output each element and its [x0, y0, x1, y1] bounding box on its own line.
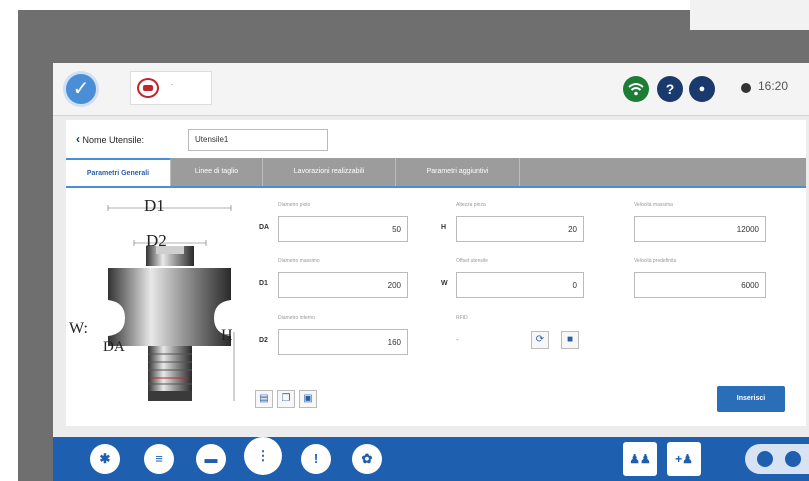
- taskbar-list-button[interactable]: ≡: [144, 444, 174, 474]
- d1-field-label: Diametro massimo: [278, 258, 320, 264]
- clock-time: 16:20: [758, 79, 789, 93]
- save-button[interactable]: ▣: [299, 390, 317, 408]
- confirm-check-button[interactable]: ✓: [63, 71, 99, 107]
- taskbar-tools-button[interactable]: ⋮: [244, 437, 282, 475]
- users-icon: ♟♟: [629, 452, 651, 466]
- w-field-label: Offset utensile: [456, 258, 488, 264]
- clipboard-button[interactable]: ▤: [255, 390, 273, 408]
- rfid-value: -: [456, 335, 459, 344]
- tool-name-label: Nome Utensile:: [82, 135, 145, 145]
- clipboard-icon: ▤: [259, 393, 269, 404]
- max-speed-input[interactable]: 12000: [634, 216, 766, 242]
- refresh-rfid-button[interactable]: ⟳: [531, 331, 549, 349]
- dim-label-w: W:: [69, 320, 88, 337]
- copy-icon: ❐: [281, 393, 291, 404]
- user-icon[interactable]: ●: [689, 76, 715, 102]
- tool-diagram: [107, 205, 235, 401]
- h-field-label: Altezza pinza: [456, 202, 486, 208]
- help-icon[interactable]: ?: [657, 76, 683, 102]
- max-speed-label: Velocità massima: [634, 202, 673, 208]
- w-input[interactable]: 0: [456, 272, 584, 298]
- rfid-label: RFID: [456, 315, 468, 321]
- taskbar-right-area: [745, 444, 809, 474]
- default-speed-label: Velocità predefinita: [634, 258, 677, 264]
- insert-button[interactable]: Inserisci: [717, 386, 785, 412]
- background-area: [690, 0, 809, 30]
- list-icon: ≡: [155, 451, 163, 466]
- hmi-screen: ✓ - ? ● 16:20 ‹ Nome Utensile: Utensile1…: [53, 63, 809, 481]
- logo: -: [130, 71, 212, 105]
- tool-name-input[interactable]: Utensile1: [188, 129, 328, 151]
- dim-label-da: DA: [103, 339, 125, 355]
- d1-prefix: D1: [259, 280, 268, 287]
- da-field-label: Diametro piolo: [278, 202, 311, 208]
- floppy-icon: ▣: [303, 393, 313, 404]
- trash-icon: ■: [566, 334, 574, 345]
- d2-field-label: Diametro interno: [278, 315, 315, 321]
- da-prefix: DA: [259, 224, 270, 231]
- power-icon[interactable]: [785, 451, 801, 467]
- chevron-left-icon: ‹: [76, 132, 80, 146]
- default-speed-input[interactable]: 6000: [634, 272, 766, 298]
- taskbar-folder-button[interactable]: ▬: [196, 444, 226, 474]
- h-input[interactable]: 20: [456, 216, 584, 242]
- taskbar-settings-button[interactable]: ✱: [90, 444, 120, 474]
- wifi-icon[interactable]: [623, 76, 649, 102]
- h-prefix: H: [441, 224, 447, 231]
- main-panel: ‹ Nome Utensile: Utensile1 Parametri Gen…: [66, 120, 806, 426]
- taskbar: ✱ ≡ ▬ ⋮ ! ✿ ♟♟ +♟: [53, 437, 809, 481]
- cog-icon: ✿: [361, 451, 373, 466]
- refresh-icon: ⟳: [535, 334, 545, 345]
- tab-cutting-lines[interactable]: Linee di taglio: [171, 158, 263, 186]
- tab-additional-parameters[interactable]: Parametri aggiuntivi: [396, 158, 520, 186]
- w-prefix: W: [441, 280, 448, 287]
- status-dot-icon[interactable]: [757, 451, 773, 467]
- d2-input[interactable]: 160: [278, 329, 408, 355]
- clock-icon: [741, 83, 751, 93]
- taskbar-add-user-button[interactable]: +♟: [667, 442, 701, 476]
- d1-input[interactable]: 200: [278, 272, 408, 298]
- tab-general-parameters[interactable]: Parametri Generali: [66, 158, 171, 186]
- add-user-icon: +♟: [675, 452, 693, 466]
- copy-button[interactable]: ❐: [277, 390, 295, 408]
- tools-icon: ⋮: [256, 448, 270, 463]
- wifi-glyph: [628, 83, 644, 96]
- dim-label-d1: D1: [144, 196, 165, 215]
- taskbar-users-button[interactable]: ♟♟: [623, 442, 657, 476]
- taskbar-alerts-button[interactable]: !: [301, 444, 331, 474]
- back-button[interactable]: ‹ Nome Utensile:: [76, 132, 144, 146]
- taskbar-maintenance-button[interactable]: ✿: [352, 444, 382, 474]
- d2-prefix: D2: [259, 337, 268, 344]
- dim-label-h: H: [221, 327, 233, 344]
- alert-icon: !: [313, 451, 319, 466]
- da-input[interactable]: 50: [278, 216, 408, 242]
- gear-icon: ✱: [99, 451, 111, 466]
- top-bar: ✓ - ? ● 16:20: [53, 63, 809, 116]
- logo-text: -: [171, 82, 173, 88]
- tab-machinable-operations[interactable]: Lavorazioni realizzabili: [263, 158, 396, 186]
- dim-label-d2: D2: [146, 231, 167, 250]
- logo-mark-icon: [137, 78, 159, 98]
- delete-rfid-button[interactable]: ■: [561, 331, 579, 349]
- tab-bar: Parametri Generali Linee di taglio Lavor…: [66, 158, 806, 188]
- folder-icon: ▬: [204, 451, 218, 466]
